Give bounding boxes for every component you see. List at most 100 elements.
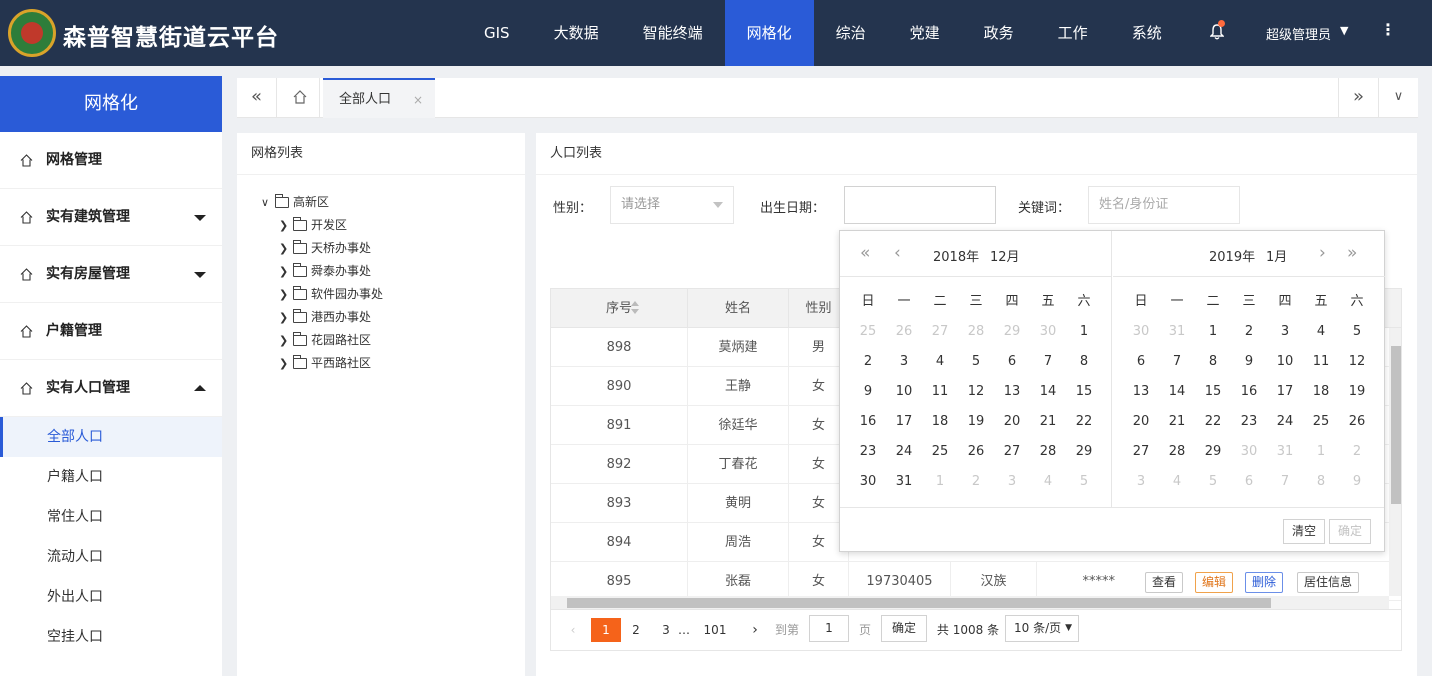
right-year[interactable]: 2019年	[1209, 246, 1255, 265]
calendar-day[interactable]: 30	[1030, 317, 1066, 347]
next-month-icon[interactable]: ›	[1319, 243, 1326, 263]
calendar-day[interactable]: 30	[1231, 437, 1267, 467]
calendar-day[interactable]: 18	[1303, 377, 1339, 407]
calendar-day[interactable]: 11	[1303, 347, 1339, 377]
sidebar-menu-3[interactable]: 户籍管理	[0, 303, 222, 360]
tree-node-2[interactable]: ❯ 舜泰办事处	[279, 260, 383, 283]
calendar-day[interactable]: 9	[1339, 467, 1375, 497]
chevron-right-icon[interactable]: ❯	[279, 352, 288, 375]
tree-node-5[interactable]: ❯ 花园路社区	[279, 329, 383, 352]
birth-date-input[interactable]	[844, 186, 996, 224]
chevron-right-icon[interactable]: ❯	[279, 283, 288, 306]
calendar-day[interactable]: 23	[1231, 407, 1267, 437]
calendar-day[interactable]: 19	[958, 407, 994, 437]
calendar-day[interactable]: 29	[1066, 437, 1102, 467]
nav-item-5[interactable]: 党建	[888, 0, 962, 66]
calendar-day[interactable]: 2	[958, 467, 994, 497]
sidebar-menu-0[interactable]: 网格管理	[0, 132, 222, 189]
calendar-day[interactable]: 8	[1195, 347, 1231, 377]
calendar-day[interactable]: 2	[1231, 317, 1267, 347]
nav-item-2[interactable]: 智能终端	[621, 0, 725, 66]
calendar-day[interactable]: 3	[994, 467, 1030, 497]
calendar-day[interactable]: 14	[1159, 377, 1195, 407]
col-index[interactable]: 序号	[551, 289, 688, 328]
calendar-day[interactable]: 4	[1159, 467, 1195, 497]
sidebar-subitem-5[interactable]: 空挂人口	[0, 617, 222, 657]
calendar-day[interactable]: 21	[1159, 407, 1195, 437]
goto-page-input[interactable]: 1	[809, 615, 849, 642]
calendar-day[interactable]: 12	[1339, 347, 1375, 377]
calendar-day[interactable]: 7	[1030, 347, 1066, 377]
calendar-day[interactable]: 12	[958, 377, 994, 407]
calendar-day[interactable]: 28	[958, 317, 994, 347]
calendar-day[interactable]: 31	[1267, 437, 1303, 467]
chevron-right-icon[interactable]: ❯	[279, 306, 288, 329]
calendar-day[interactable]: 28	[1159, 437, 1195, 467]
calendar-day[interactable]: 31	[1159, 317, 1195, 347]
view-button[interactable]: 查看	[1145, 572, 1184, 593]
bell-icon[interactable]	[1209, 20, 1225, 40]
calendar-day[interactable]: 5	[1339, 317, 1375, 347]
chevron-down-icon[interactable]: ∨	[261, 191, 269, 214]
calendar-day[interactable]: 5	[958, 347, 994, 377]
calendar-day[interactable]: 25	[850, 317, 886, 347]
chevron-right-icon[interactable]: ❯	[279, 260, 288, 283]
calendar-day[interactable]: 28	[1030, 437, 1066, 467]
calendar-day[interactable]: 27	[1123, 437, 1159, 467]
more-vertical-icon[interactable]: ⋮	[1380, 20, 1396, 39]
calendar-day[interactable]: 24	[886, 437, 922, 467]
tree-node-6[interactable]: ❯ 平西路社区	[279, 352, 383, 375]
calendar-day[interactable]: 10	[886, 377, 922, 407]
calendar-day[interactable]: 27	[922, 317, 958, 347]
calendar-day[interactable]: 6	[994, 347, 1030, 377]
calendar-day[interactable]: 7	[1267, 467, 1303, 497]
calendar-day[interactable]: 5	[1066, 467, 1102, 497]
calendar-day[interactable]: 3	[1123, 467, 1159, 497]
calendar-day[interactable]: 8	[1066, 347, 1102, 377]
calendar-day[interactable]: 18	[922, 407, 958, 437]
prev-page-icon[interactable]: ‹	[565, 618, 581, 642]
calendar-day[interactable]: 23	[850, 437, 886, 467]
calendar-day[interactable]: 16	[850, 407, 886, 437]
tab-all-population[interactable]: 全部人口 ×	[323, 78, 435, 118]
tree-node-root[interactable]: ∨ 高新区	[261, 191, 383, 214]
calendar-day[interactable]: 3	[886, 347, 922, 377]
calendar-day[interactable]: 4	[922, 347, 958, 377]
calendar-day[interactable]: 14	[1030, 377, 1066, 407]
residence-info-button[interactable]: 居住信息	[1297, 572, 1360, 593]
calendar-day[interactable]: 11	[922, 377, 958, 407]
calendar-day[interactable]: 13	[994, 377, 1030, 407]
page-101[interactable]: 101	[699, 618, 731, 642]
next-year-icon[interactable]: »	[1347, 243, 1357, 263]
calendar-day[interactable]: 2	[850, 347, 886, 377]
calendar-day[interactable]: 22	[1066, 407, 1102, 437]
calendar-day[interactable]: 10	[1267, 347, 1303, 377]
nav-item-3[interactable]: 网格化	[724, 0, 814, 66]
calendar-day[interactable]: 20	[994, 407, 1030, 437]
calendar-day[interactable]: 20	[1123, 407, 1159, 437]
right-month[interactable]: 1月	[1266, 246, 1287, 265]
calendar-day[interactable]: 26	[1339, 407, 1375, 437]
calendar-day[interactable]: 8	[1303, 467, 1339, 497]
tree-node-4[interactable]: ❯ 港西办事处	[279, 306, 383, 329]
left-year[interactable]: 2018年	[933, 246, 979, 265]
calendar-day[interactable]: 17	[1267, 377, 1303, 407]
tree-node-0[interactable]: ❯ 开发区	[279, 214, 383, 237]
calendar-day[interactable]: 3	[1267, 317, 1303, 347]
calendar-day[interactable]: 17	[886, 407, 922, 437]
horizontal-scrollbar[interactable]	[551, 596, 1389, 609]
calendar-day[interactable]: 6	[1231, 467, 1267, 497]
calendar-day[interactable]: 4	[1303, 317, 1339, 347]
chevron-right-icon[interactable]: ❯	[279, 237, 288, 260]
calendar-day[interactable]: 9	[1231, 347, 1267, 377]
chevron-right-icon[interactable]: ❯	[279, 329, 288, 352]
confirm-button[interactable]: 确定	[1329, 519, 1372, 544]
clear-button[interactable]: 清空	[1283, 519, 1326, 544]
sidebar-subitem-3[interactable]: 流动人口	[0, 537, 222, 577]
home-tab-icon[interactable]	[280, 78, 320, 118]
scroll-right-icon[interactable]: »	[1338, 78, 1378, 118]
scroll-left-icon[interactable]: «	[237, 78, 277, 118]
calendar-day[interactable]: 15	[1195, 377, 1231, 407]
calendar-day[interactable]: 4	[1030, 467, 1066, 497]
calendar-day[interactable]: 24	[1267, 407, 1303, 437]
